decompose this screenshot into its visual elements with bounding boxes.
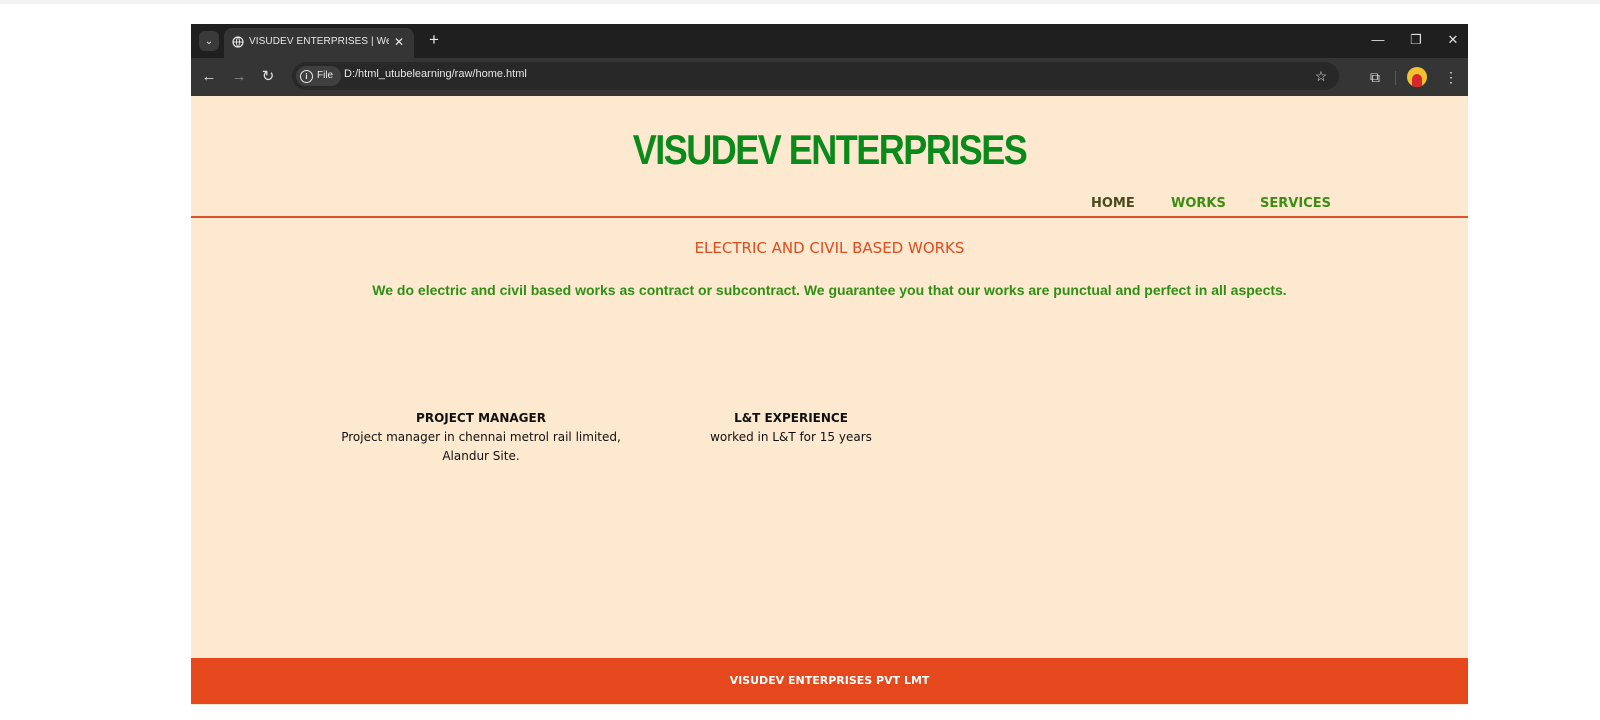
chevron-down-icon[interactable]: ⌄ <box>199 31 219 51</box>
experience-card: L&T EXPERIENCE worked in L&T for 15 year… <box>651 409 931 447</box>
minimize-icon[interactable]: — <box>1366 30 1390 50</box>
url-text[interactable]: D:/html_utubelearning/raw/home.html <box>344 68 527 80</box>
site-footer: VISUDEV ENTERPRISES PVT LMT <box>191 658 1468 704</box>
star-icon[interactable]: ☆ <box>1311 66 1331 86</box>
header-divider <box>191 216 1468 218</box>
site-title: VISUDEV ENTERPRISES <box>632 126 1028 174</box>
card-title: L&T EXPERIENCE <box>734 411 848 425</box>
restore-icon[interactable]: ❐ <box>1404 30 1428 50</box>
reload-icon[interactable]: ↻ <box>258 67 278 87</box>
forward-arrow-icon[interactable]: → <box>229 67 249 87</box>
section-heading: ELECTRIC AND CIVIL BASED WORKS <box>694 239 965 257</box>
close-icon[interactable]: ✕ <box>390 33 408 51</box>
tab-title: VISUDEV ENTERPRISES | Welcome <box>249 36 389 47</box>
tab-strip: ⌄ VISUDEV ENTERPRISES | Welcome ✕ + — ❐ … <box>191 24 1468 58</box>
info-icon: i <box>300 69 313 83</box>
tagline: We do electric and civil based works as … <box>372 282 1287 298</box>
avatar[interactable] <box>1407 67 1427 87</box>
address-bar[interactable]: i File D:/html_utubelearning/raw/home.ht… <box>292 62 1339 90</box>
back-arrow-icon[interactable]: ← <box>199 67 219 87</box>
globe-icon <box>232 36 244 48</box>
web-page: VISUDEV ENTERPRISES HOME WORKS SERVICES … <box>191 96 1468 705</box>
nav-link-works[interactable]: WORKS <box>1171 196 1226 211</box>
browser-toolbar: ← → ↻ i File D:/html_utubelearning/raw/h… <box>191 58 1468 96</box>
nav-link-home[interactable]: HOME <box>1091 196 1135 211</box>
page-top-line <box>0 0 1600 4</box>
browser-window: ⌄ VISUDEV ENTERPRISES | Welcome ✕ + — ❐ … <box>191 24 1468 705</box>
experience-card: PROJECT MANAGER Project manager in chenn… <box>331 409 631 466</box>
nav-link-services[interactable]: SERVICES <box>1260 196 1331 211</box>
extensions-icon[interactable]: ⧉ <box>1365 67 1385 87</box>
kebab-menu-icon[interactable]: ⋮ <box>1441 67 1461 87</box>
card-title: PROJECT MANAGER <box>416 411 546 425</box>
close-window-icon[interactable]: ✕ <box>1441 30 1465 50</box>
site-info-chip[interactable]: i File <box>296 66 342 86</box>
browser-tab[interactable]: VISUDEV ENTERPRISES | Welcome ✕ <box>224 28 414 58</box>
file-chip-label: File <box>317 70 334 81</box>
toolbar-separator <box>1395 71 1396 85</box>
card-text: Project manager in chennai metrol rail l… <box>341 430 621 463</box>
plus-icon[interactable]: + <box>424 30 444 50</box>
card-text: worked in L&T for 15 years <box>710 430 872 444</box>
